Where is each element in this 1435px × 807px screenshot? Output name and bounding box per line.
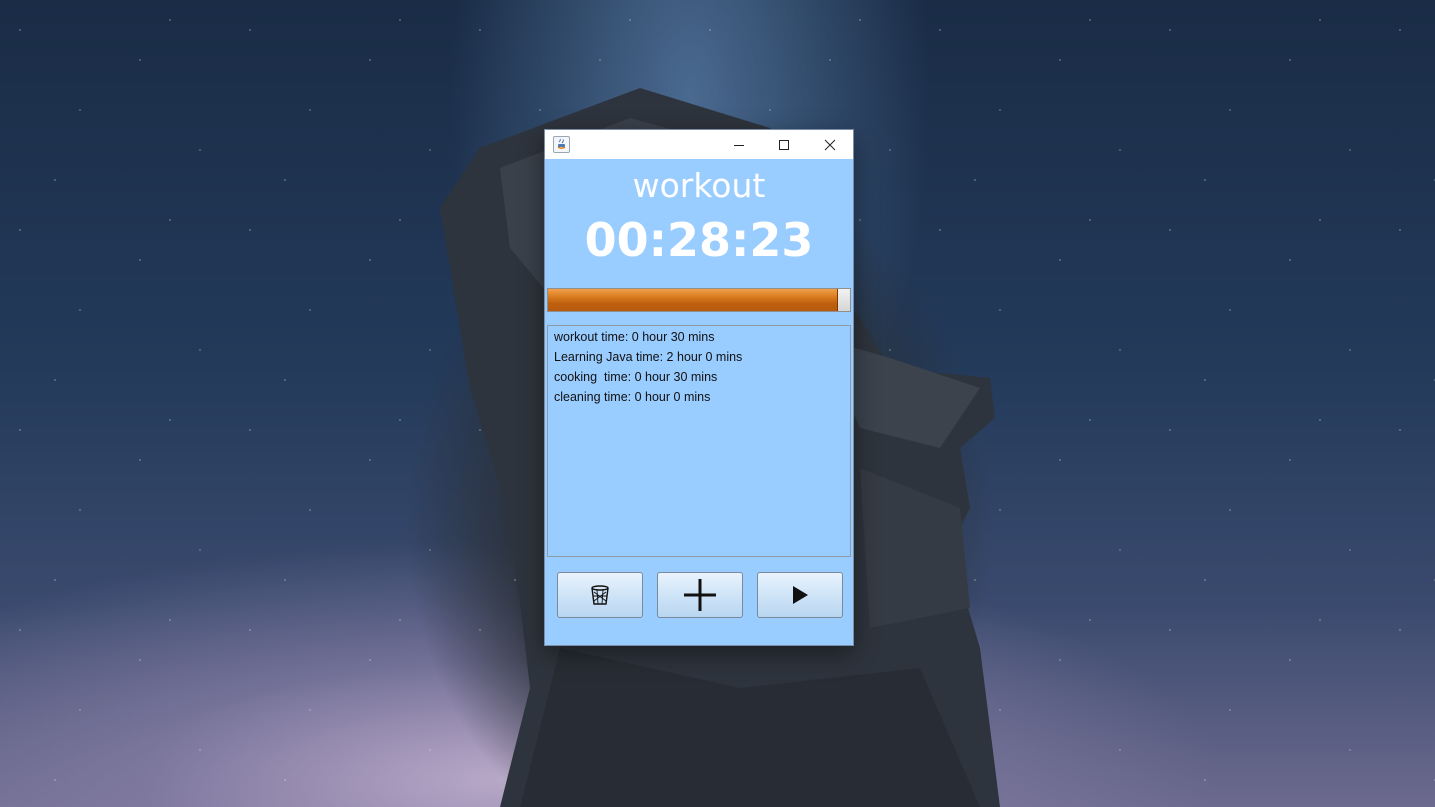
plus-icon	[684, 579, 716, 611]
delete-task-button[interactable]	[557, 572, 643, 618]
task-list[interactable]: workout time: 0 hour 30 mins Learning Ja…	[547, 325, 851, 557]
task-item[interactable]: workout time: 0 hour 30 mins	[548, 327, 850, 347]
current-task-name: workout	[632, 166, 766, 205]
java-icon	[553, 136, 570, 153]
start-timer-button[interactable]	[757, 572, 843, 618]
task-item[interactable]: cleaning time: 0 hour 0 mins	[548, 387, 850, 407]
maximize-button[interactable]	[761, 130, 807, 159]
add-task-button[interactable]	[657, 572, 743, 618]
minimize-button[interactable]	[716, 130, 762, 159]
trash-icon	[591, 585, 609, 605]
title-bar	[545, 130, 853, 159]
timer-display: 00:28:23	[584, 213, 814, 267]
maximize-icon	[779, 139, 789, 150]
app-window: workout 00:28:23 workout time: 0 hour 30…	[545, 130, 853, 645]
minimize-icon	[734, 144, 744, 146]
play-icon	[793, 586, 808, 604]
close-icon	[824, 139, 836, 150]
task-item[interactable]: Learning Java time: 2 hour 0 mins	[548, 347, 850, 367]
task-progress-bar	[547, 288, 851, 312]
progress-fill	[548, 289, 838, 311]
task-item[interactable]: cooking time: 0 hour 30 mins	[548, 367, 850, 387]
close-button[interactable]	[807, 130, 853, 159]
